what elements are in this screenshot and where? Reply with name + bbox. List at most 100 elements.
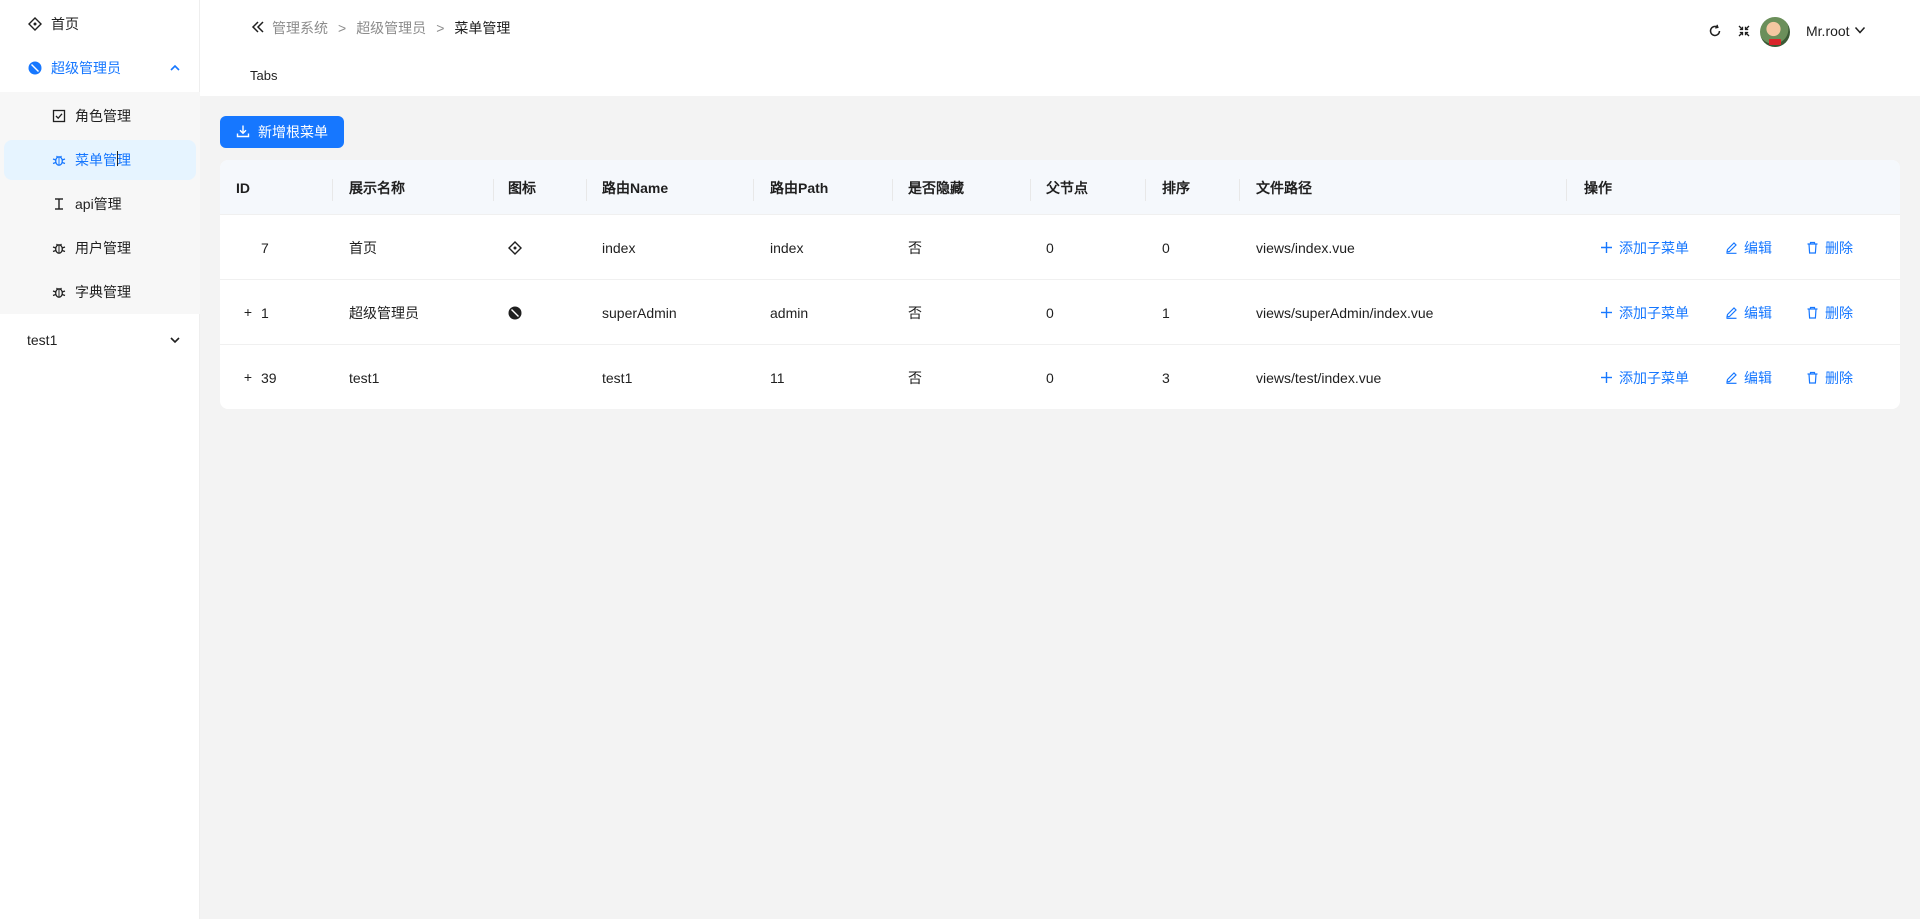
column-header-actions: 操作: [1584, 179, 1612, 196]
column-header-icon: 图标: [508, 179, 536, 196]
cell-file-path: views/superAdmin/index.vue: [1256, 304, 1434, 321]
cell-route-path: 11: [770, 369, 785, 386]
chevron-down-icon: [1850, 23, 1866, 39]
add-root-menu-button[interactable]: 新增根菜单: [220, 116, 344, 148]
sidebar-item-menu-management[interactable]: 菜单管理: [4, 140, 196, 180]
breadcrumb-separator: >: [436, 20, 445, 36]
cell-hidden: 否: [908, 369, 922, 386]
refresh-icon[interactable]: [1707, 23, 1723, 39]
circle-slash-icon: [508, 280, 522, 345]
bug-icon: [51, 284, 67, 300]
cell-hidden: 否: [908, 239, 922, 256]
cell-sort: 0: [1162, 239, 1170, 256]
delete-label: 删除: [1825, 369, 1853, 386]
cell-hidden: 否: [908, 304, 922, 321]
checkbox-icon: [51, 108, 67, 124]
table-row: + 1 超级管理员 superAdmin admin 否 0 1 views/s…: [220, 280, 1900, 345]
add-child-menu-label: 添加子菜单: [1619, 369, 1689, 386]
column-header-parent: 父节点: [1046, 179, 1088, 196]
breadcrumb-separator: >: [338, 20, 347, 36]
table-header: ID 展示名称 图标 路由Name 路由Path 是否隐藏 父节点 排序 文件路…: [220, 160, 1900, 215]
delete-button[interactable]: 删除: [1806, 215, 1853, 280]
text-cursor: [117, 151, 118, 166]
sidebar-item-label: 角色管理: [75, 108, 131, 124]
chevron-up-icon: [168, 61, 182, 75]
sidebar-item-label: 首页: [51, 16, 79, 32]
plus-icon: [1601, 242, 1612, 253]
sidebar-item-dictionary-management[interactable]: 字典管理: [0, 272, 200, 312]
menu-table: ID 展示名称 图标 路由Name 路由Path 是否隐藏 父节点 排序 文件路…: [220, 160, 1900, 409]
circle-slash-icon: [27, 60, 43, 76]
trash-icon: [1807, 306, 1818, 319]
table-row: 7 首页 index index 否 0 0 views/index.vue 添…: [220, 215, 1900, 280]
sidebar-item-label: 用户管理: [75, 240, 131, 256]
plus-icon: [1601, 372, 1612, 383]
cell-display-name: 首页: [349, 239, 377, 256]
sidebar-item-label: api管理: [75, 196, 122, 212]
plus-icon: [1601, 307, 1612, 318]
edit-icon: [1726, 242, 1737, 254]
cell-sort: 3: [1162, 369, 1170, 386]
sidebar-item-user-management[interactable]: 用户管理: [0, 228, 200, 268]
edit-icon: [1726, 307, 1737, 319]
expand-row-icon[interactable]: +: [240, 369, 256, 385]
bug-icon: [51, 152, 67, 168]
edit-button[interactable]: 编辑: [1725, 280, 1772, 345]
column-header-id: ID: [236, 179, 250, 196]
breadcrumb-item[interactable]: 管理系统: [272, 18, 328, 38]
cell-display-name: test1: [349, 369, 380, 386]
sidebar-item-label: 字典管理: [75, 284, 131, 300]
add-root-menu-label: 新增根菜单: [258, 124, 328, 140]
collapse-sidebar-icon[interactable]: [250, 19, 266, 35]
column-header-file-path: 文件路径: [1256, 179, 1312, 196]
breadcrumb-item[interactable]: 超级管理员: [356, 18, 426, 38]
cell-sort: 1: [1162, 304, 1170, 321]
add-child-menu-button[interactable]: 添加子菜单: [1600, 215, 1689, 280]
column-header-hidden: 是否隐藏: [908, 179, 964, 196]
user-menu[interactable]: Mr.root: [1806, 23, 1866, 39]
edit-label: 编辑: [1744, 369, 1772, 386]
cell-file-path: views/index.vue: [1256, 239, 1355, 256]
edit-button[interactable]: 编辑: [1725, 215, 1772, 280]
delete-button[interactable]: 删除: [1806, 345, 1853, 409]
breadcrumb: 管理系统 > 超级管理员 > 菜单管理: [272, 18, 510, 38]
header: 管理系统 > 超级管理员 > 菜单管理 Tabs Mr.root: [200, 0, 1920, 96]
sidebar-item-test1[interactable]: test1: [0, 320, 200, 360]
cell-parent: 0: [1046, 369, 1054, 386]
download-icon: [236, 124, 258, 141]
chevron-down-icon: [168, 333, 182, 347]
compass-icon: [27, 16, 43, 32]
cell-route-path: admin: [770, 304, 809, 321]
column-header-route-name: 路由Name: [602, 179, 669, 196]
edit-label: 编辑: [1744, 239, 1772, 256]
delete-button[interactable]: 删除: [1806, 280, 1853, 345]
cell-id: 7: [261, 239, 269, 256]
trash-icon: [1807, 371, 1818, 384]
column-header-sort: 排序: [1162, 179, 1190, 196]
sidebar-item-label: 菜单管理: [75, 152, 131, 168]
sidebar-item-label: 超级管理员: [51, 60, 121, 76]
cell-id: 39: [261, 369, 277, 386]
edit-icon: [1726, 372, 1737, 384]
cell-parent: 0: [1046, 304, 1054, 321]
sidebar-item-api-management[interactable]: api管理: [0, 184, 200, 224]
cell-id: 1: [261, 304, 269, 321]
column-header-route-path: 路由Path: [770, 179, 829, 196]
bug-icon: [51, 240, 67, 256]
add-child-menu-label: 添加子菜单: [1619, 304, 1689, 321]
table-row: + 39 test1 test1 11 否 0 3 views/test/ind…: [220, 345, 1900, 409]
avatar[interactable]: [1760, 17, 1790, 47]
cell-route-name: superAdmin: [602, 304, 677, 321]
tabs-label[interactable]: Tabs: [250, 68, 277, 83]
edit-button[interactable]: 编辑: [1725, 345, 1772, 409]
add-child-menu-button[interactable]: 添加子菜单: [1600, 280, 1689, 345]
add-child-menu-label: 添加子菜单: [1619, 239, 1689, 256]
sidebar-item-home[interactable]: 首页: [0, 4, 200, 44]
add-child-menu-button[interactable]: 添加子菜单: [1600, 345, 1689, 409]
fullscreen-exit-icon[interactable]: [1736, 23, 1752, 39]
sidebar-item-super-admin[interactable]: 超级管理员: [0, 48, 200, 88]
cell-route-name: test1: [602, 369, 633, 386]
expand-row-icon[interactable]: +: [240, 304, 256, 320]
sidebar-item-role-management[interactable]: 角色管理: [0, 96, 200, 136]
edit-label: 编辑: [1744, 304, 1772, 321]
